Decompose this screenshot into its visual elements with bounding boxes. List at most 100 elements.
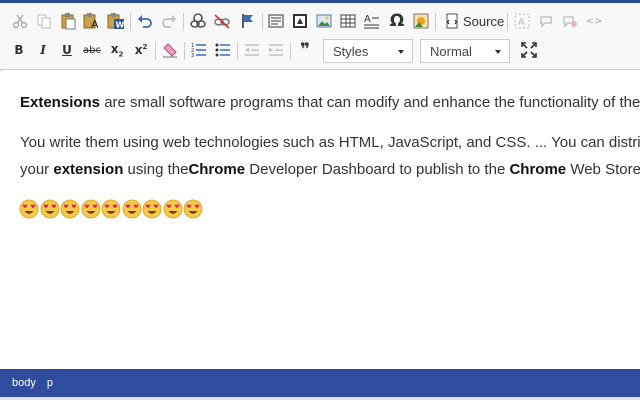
superscript-button[interactable]: x2 xyxy=(131,38,151,62)
remove-format-button[interactable] xyxy=(160,38,180,62)
a11y-check-icon: A xyxy=(514,13,530,29)
eraser-icon xyxy=(163,43,177,58)
toolbar-separator xyxy=(290,42,291,60)
svg-text:3: 3 xyxy=(191,53,194,58)
heart-eyes-emoji-icon xyxy=(183,199,203,219)
format-dropdown[interactable]: Normal xyxy=(420,39,510,63)
paragraph-text: your xyxy=(20,161,54,178)
bold-button[interactable]: B xyxy=(9,38,29,62)
comment-arrow-icon xyxy=(540,16,552,28)
remove-comment-button[interactable] xyxy=(560,9,580,33)
source-button-label: Source xyxy=(463,13,505,29)
emoji-picture-icon xyxy=(413,13,429,29)
toolbar-separator xyxy=(130,13,131,31)
undo-icon xyxy=(138,15,152,28)
accessibility-check-button[interactable]: A xyxy=(512,9,532,33)
link-button[interactable] xyxy=(188,9,208,33)
clipboard-icon xyxy=(61,13,76,30)
path-item-body[interactable]: body xyxy=(12,377,36,389)
source-document-icon xyxy=(446,13,458,29)
paragraph-text: Developer Dashboard to publish to the xyxy=(245,161,510,178)
media-icon xyxy=(293,14,307,28)
underline-icon: U xyxy=(62,43,72,57)
path-item-p[interactable]: p xyxy=(47,377,53,389)
flash-button[interactable] xyxy=(290,9,310,33)
editor-toolbar: A W A Ω Source A <> B I U abc x2 x2 1 2 … xyxy=(0,3,640,70)
superscript-mark: 2 xyxy=(142,43,148,51)
format-dropdown-value: Normal xyxy=(430,43,472,59)
outdent-button[interactable] xyxy=(242,38,262,62)
special-char-button[interactable]: Ω xyxy=(387,9,407,33)
omega-icon: Ω xyxy=(389,11,405,31)
paste-button[interactable] xyxy=(58,9,78,33)
emoji-row xyxy=(19,199,204,221)
redo-button[interactable] xyxy=(159,9,179,33)
toolbar-separator xyxy=(183,13,184,31)
paste-text-button[interactable]: A xyxy=(82,9,102,33)
svg-text:A: A xyxy=(91,18,99,30)
toolbar-separator xyxy=(184,42,185,60)
svg-text:W: W xyxy=(116,21,125,30)
subscript-mark: 2 xyxy=(118,50,124,59)
heart-eyes-emoji-icon xyxy=(81,199,100,219)
bulleted-list-button[interactable] xyxy=(213,38,233,62)
flag-icon xyxy=(242,14,253,28)
paste-word-icon: W xyxy=(107,13,125,30)
toolbar-separator xyxy=(435,13,436,31)
paragraph-text: Web Store. xyxy=(566,161,640,178)
heart-eyes-emoji-icon xyxy=(163,199,182,219)
subscript-button[interactable]: x2 xyxy=(107,38,127,62)
bold-text: extension xyxy=(53,161,124,178)
paste-word-button[interactable]: W xyxy=(106,9,126,33)
bold-icon: B xyxy=(14,43,24,57)
smiley-button[interactable] xyxy=(411,9,431,33)
editor-content-area[interactable]: Extensions are small software programs t… xyxy=(0,71,640,369)
horizontal-rule-button[interactable]: A xyxy=(362,9,382,33)
subscript-icon: x2 xyxy=(111,42,124,58)
chevron-down-icon xyxy=(495,50,501,54)
cut-button[interactable] xyxy=(10,9,30,33)
code-snippet-button[interactable]: <> xyxy=(584,9,604,33)
strikethrough-button[interactable]: abc xyxy=(82,38,102,62)
comment-remove-icon xyxy=(563,16,577,28)
form-button[interactable] xyxy=(266,9,286,33)
comment-button[interactable] xyxy=(536,9,556,33)
scissors-icon xyxy=(12,14,28,29)
blockquote-button[interactable]: ❞ xyxy=(295,38,315,62)
paste-text-icon: A xyxy=(83,13,99,30)
underline-button[interactable]: U xyxy=(57,38,77,62)
svg-text:A: A xyxy=(518,17,525,28)
undo-button[interactable] xyxy=(135,9,155,33)
paragraph-2-line-2[interactable]: your extension using the Chrome Developer… xyxy=(20,161,640,178)
heart-eyes-emoji-icon xyxy=(101,199,121,219)
bold-text: Chrome xyxy=(509,161,567,178)
paragraph-text: using the xyxy=(123,161,189,178)
table-button[interactable] xyxy=(338,9,358,33)
redo-icon xyxy=(162,15,176,28)
bulleted-list-icon xyxy=(215,43,230,57)
styles-dropdown[interactable]: Styles xyxy=(323,39,413,63)
unlink-button[interactable] xyxy=(212,9,232,33)
indent-button[interactable] xyxy=(266,38,286,62)
toolbar-separator xyxy=(237,42,238,60)
paragraph-2-line-1[interactable]: You write them using web technologies su… xyxy=(20,134,640,151)
copy-button[interactable] xyxy=(34,9,54,33)
svg-text:A: A xyxy=(364,14,371,25)
maximize-button[interactable] xyxy=(519,38,539,62)
italic-button[interactable]: I xyxy=(33,38,53,62)
numbered-list-button[interactable]: 123 xyxy=(189,38,209,62)
toolbar-separator xyxy=(155,42,156,60)
strikethrough-icon: abc xyxy=(83,44,101,56)
heart-eyes-emoji-icon xyxy=(19,199,39,219)
source-button[interactable]: Source xyxy=(444,9,504,33)
anchor-button[interactable] xyxy=(238,9,258,33)
italic-icon: I xyxy=(40,43,46,57)
styles-dropdown-value: Styles xyxy=(333,43,369,59)
indent-icon xyxy=(269,44,283,56)
toolbar-separator xyxy=(262,13,263,31)
image-button[interactable] xyxy=(314,9,334,33)
unlink-icon xyxy=(214,14,230,29)
quote-icon: ❞ xyxy=(300,40,310,60)
heart-eyes-emoji-icon xyxy=(40,199,59,219)
paragraph-1[interactable]: Extensions are small software programs t… xyxy=(20,94,640,111)
